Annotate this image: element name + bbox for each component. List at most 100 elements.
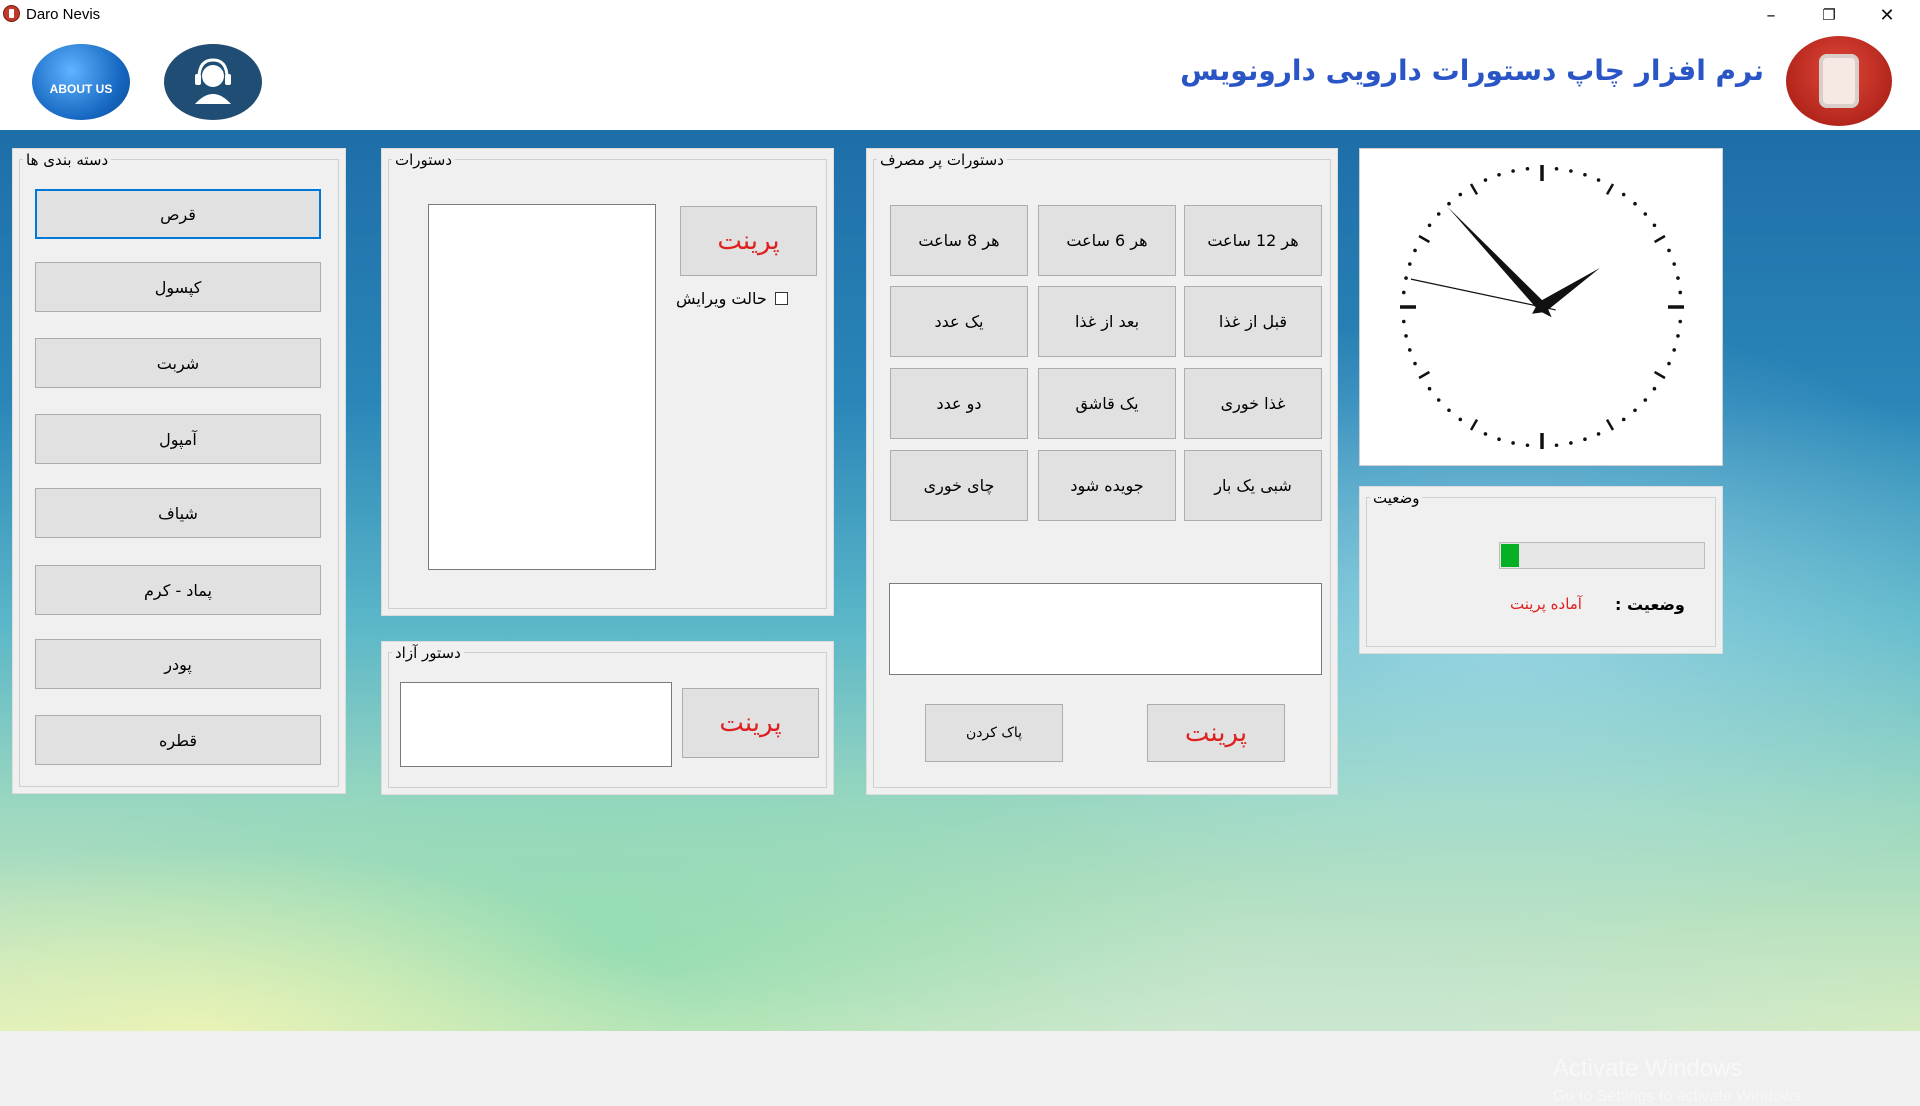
clock-hour-tick: [1605, 418, 1615, 431]
clock-minute-dot: [1497, 173, 1501, 177]
about-us-button[interactable]: ABOUT US: [32, 44, 130, 120]
clock-center-pin: [1538, 303, 1546, 311]
title-bar: Daro Nevis – ❐ ✕: [0, 0, 1920, 30]
category-button-ointment[interactable]: پماد - کرم: [35, 565, 321, 615]
clock-hour-tick: [1469, 418, 1479, 431]
free-instruction-group: دستور آزاد پرینت: [381, 641, 834, 795]
headset-icon: [195, 58, 231, 104]
clock-minute-dot: [1408, 262, 1412, 266]
frequent-output-box[interactable]: [889, 583, 1322, 675]
frequent-print-button[interactable]: پرینت: [1147, 704, 1285, 762]
clock-minute-dot: [1497, 437, 1501, 441]
edit-mode-toggle[interactable]: حالت ویرایش: [676, 289, 788, 308]
clock-minute-dot: [1652, 223, 1657, 228]
clock-minute-dot: [1652, 386, 1657, 391]
clock-minute-dot: [1583, 173, 1587, 177]
categories-group: دسته بندی ها قرص کپسول شربت آمپول شیاف پ…: [12, 148, 346, 794]
categories-legend: دسته بندی ها: [23, 151, 112, 169]
clock-minute-dot: [1436, 398, 1441, 402]
clock-minute-dot: [1408, 348, 1412, 352]
close-button[interactable]: ✕: [1858, 0, 1916, 30]
every-12-hours-button[interactable]: هر 12 ساعت: [1184, 205, 1322, 276]
clock-hour-tick: [1469, 183, 1479, 196]
clock-minute-dot: [1525, 166, 1530, 171]
clock-minute-dot: [1596, 178, 1601, 182]
category-button-drops[interactable]: قطره: [35, 715, 321, 765]
clock-minute-dot: [1511, 441, 1515, 445]
window-title: Daro Nevis: [26, 6, 101, 23]
clock-minute-dot: [1667, 361, 1671, 366]
clock-minute-dot: [1678, 290, 1683, 295]
clock-hour-tick: [1653, 234, 1666, 244]
restore-button[interactable]: ❐: [1800, 0, 1858, 30]
clock-hour-tick: [1653, 370, 1666, 380]
teaspoon-button[interactable]: چای خوری: [890, 450, 1028, 521]
clock-minute-dot: [1596, 432, 1601, 436]
one-spoon-button[interactable]: یک قاشق: [1038, 368, 1176, 439]
category-button-suppository[interactable]: شیاف: [35, 488, 321, 538]
clock-minute-dot: [1621, 417, 1626, 422]
clock-minute-dot: [1458, 192, 1463, 197]
free-instruction-input[interactable]: [400, 682, 672, 767]
category-button-capsule[interactable]: کپسول: [35, 262, 321, 312]
one-unit-button[interactable]: یک عدد: [890, 286, 1028, 357]
edit-mode-label: حالت ویرایش: [676, 289, 767, 308]
frequent-instructions-group: دستورات پر مصرف هر 12 ساعت هر 6 ساعت هر …: [866, 148, 1338, 795]
clock-minute-dot: [1569, 441, 1573, 445]
clock-minute-dot: [1676, 276, 1680, 280]
clock-minute-dot: [1667, 248, 1671, 253]
clock-minute-dot: [1404, 276, 1408, 280]
clock-minute-dot: [1511, 169, 1515, 173]
clock-minute-dot: [1569, 169, 1573, 173]
clock-minute-dot: [1404, 334, 1408, 338]
clear-button[interactable]: پاک کردن: [925, 704, 1063, 762]
frequent-instructions-legend: دستورات پر مصرف: [877, 151, 1007, 169]
clock-minute-dot: [1676, 334, 1680, 338]
clock-minute-dot: [1413, 361, 1417, 366]
clock-minute-dot: [1401, 319, 1406, 324]
clock-minute-dot: [1427, 386, 1432, 391]
instructions-group: دستورات پرینت حالت ویرایش: [381, 148, 834, 616]
clock-minute-hand: [1447, 206, 1552, 318]
app-logo: [1786, 36, 1892, 126]
category-button-powder[interactable]: پودر: [35, 639, 321, 689]
clock-panel: [1359, 148, 1723, 466]
category-button-syrup[interactable]: شربت: [35, 338, 321, 388]
app-heading: نرم افزار چاپ دستورات دارویی دارونویس: [1180, 54, 1764, 87]
before-meal-button[interactable]: قبل از غذا: [1184, 286, 1322, 357]
edit-mode-checkbox[interactable]: [774, 292, 788, 305]
every-6-hours-button[interactable]: هر 6 ساعت: [1038, 205, 1176, 276]
two-units-button[interactable]: دو عدد: [890, 368, 1028, 439]
instructions-print-button[interactable]: پرینت: [680, 206, 817, 276]
status-group: وضعیت وضعیت : آماده پرینت: [1359, 486, 1723, 654]
status-progress-fill: [1501, 544, 1520, 567]
clock-minute-dot: [1678, 319, 1683, 324]
clock-minute-dot: [1643, 212, 1648, 216]
about-us-label: ABOUT US: [49, 82, 113, 96]
category-button-tablet[interactable]: قرص: [35, 189, 321, 239]
clock-minute-dot: [1525, 443, 1530, 448]
minimize-button[interactable]: –: [1742, 0, 1800, 30]
clock-minute-dot: [1621, 192, 1626, 197]
analog-clock: [1400, 165, 1684, 449]
category-button-ampoule[interactable]: آمپول: [35, 414, 321, 464]
every-8-hours-button[interactable]: هر 8 ساعت: [890, 205, 1028, 276]
instructions-list[interactable]: [428, 204, 656, 570]
clock-hour-tick: [1418, 234, 1431, 244]
clock-hour-tick: [1605, 183, 1615, 196]
clock-minute-dot: [1427, 223, 1432, 228]
support-button[interactable]: [164, 44, 262, 120]
tablespoon-button[interactable]: غذا خوری: [1184, 368, 1322, 439]
free-instruction-print-button[interactable]: پرینت: [682, 688, 819, 758]
clock-minute-dot: [1672, 348, 1676, 352]
once-nightly-button[interactable]: شبی یک بار: [1184, 450, 1322, 521]
watermark-subtitle: Go to Settings to activate Windows.: [1553, 1088, 1806, 1105]
header: ABOUT US نرم افزار چاپ دستورات دارویی دا…: [0, 30, 1920, 130]
chewable-button[interactable]: جویده شود: [1038, 450, 1176, 521]
clock-minute-dot: [1554, 443, 1559, 448]
clock-hour-tick: [1418, 370, 1431, 380]
clock-minute-dot: [1436, 212, 1441, 216]
free-instruction-legend: دستور آزاد: [392, 644, 464, 662]
clock-minute-dot: [1447, 201, 1451, 206]
after-meal-button[interactable]: بعد از غذا: [1038, 286, 1176, 357]
